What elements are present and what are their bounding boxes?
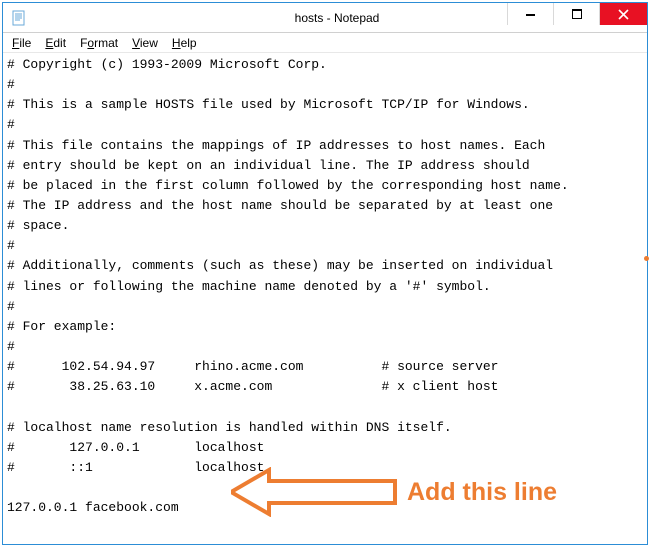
menu-format[interactable]: Format xyxy=(73,35,125,51)
notepad-window: hosts - Notepad File Edit Format View He… xyxy=(2,2,648,545)
scroll-indicator-icon xyxy=(644,256,649,261)
close-button[interactable] xyxy=(599,3,647,25)
menubar: File Edit Format View Help xyxy=(3,33,647,53)
annotation-label: Add this line xyxy=(407,473,557,512)
window-controls xyxy=(507,3,647,25)
annotation-overlay: Add this line xyxy=(231,467,557,517)
menu-edit[interactable]: Edit xyxy=(38,35,73,51)
minimize-button[interactable] xyxy=(507,3,553,25)
titlebar[interactable]: hosts - Notepad xyxy=(3,3,647,33)
maximize-button[interactable] xyxy=(553,3,599,25)
menu-help[interactable]: Help xyxy=(165,35,204,51)
editor-content: # Copyright (c) 1993-2009 Microsoft Corp… xyxy=(7,57,569,515)
menu-file[interactable]: File xyxy=(5,35,38,51)
menu-view[interactable]: View xyxy=(125,35,165,51)
app-icon xyxy=(11,10,27,26)
text-editor[interactable]: # Copyright (c) 1993-2009 Microsoft Corp… xyxy=(3,53,647,544)
